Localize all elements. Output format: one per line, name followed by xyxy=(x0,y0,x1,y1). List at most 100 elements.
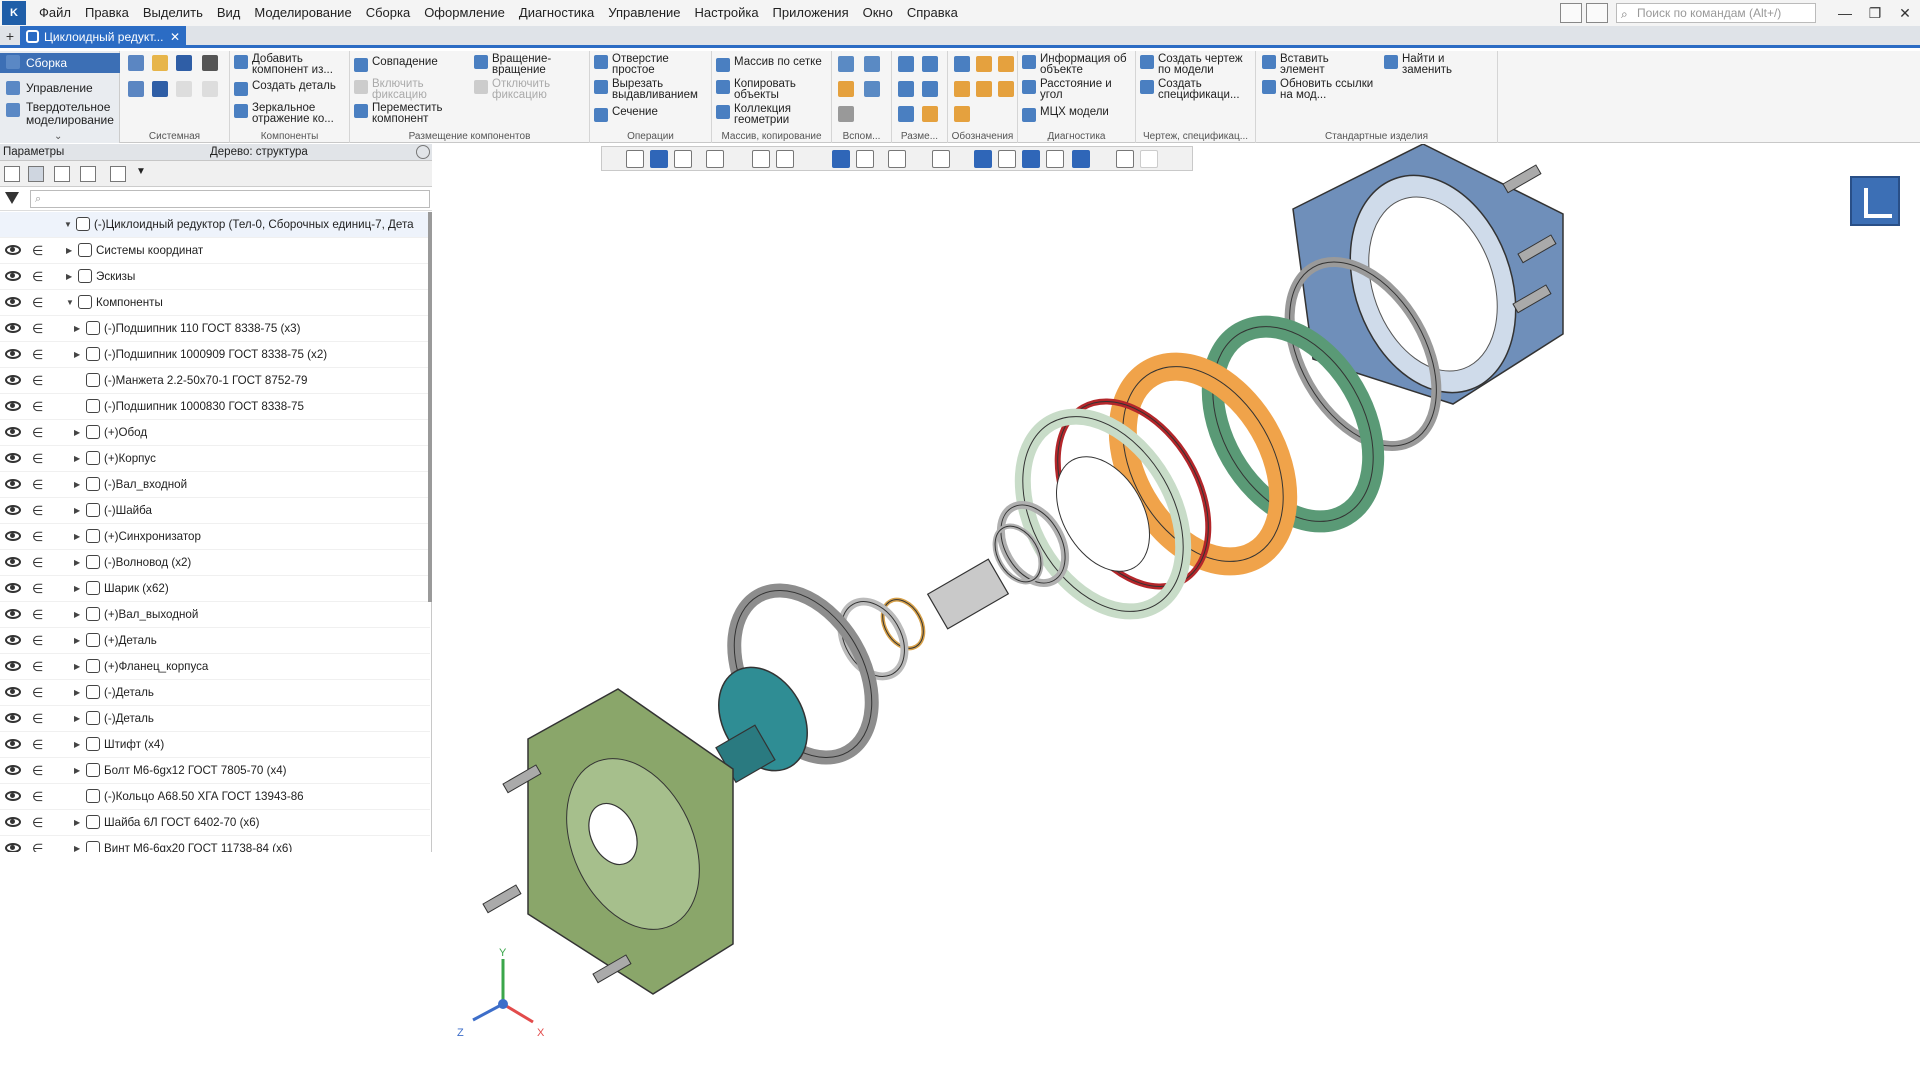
tree-structure-icon[interactable] xyxy=(4,166,20,182)
visibility-eye-icon[interactable] xyxy=(5,479,21,489)
tree-row[interactable]: ∈ ▶ Системы координат xyxy=(0,238,430,264)
filter-icon[interactable] xyxy=(5,192,19,204)
visibility-eye-icon[interactable] xyxy=(5,427,21,437)
include-icon[interactable]: ∈ xyxy=(32,446,43,472)
tree-view-icon[interactable] xyxy=(28,166,44,182)
include-icon[interactable]: ∈ xyxy=(32,706,43,732)
tree-row[interactable]: ∈ ▶ (+)Синхронизатор xyxy=(0,524,430,550)
include-icon[interactable]: ∈ xyxy=(32,316,43,342)
include-icon[interactable]: ∈ xyxy=(32,654,43,680)
menu-design[interactable]: Оформление xyxy=(417,0,512,26)
chevron-down-icon[interactable]: ▼ xyxy=(136,166,152,182)
minimize-button[interactable]: — xyxy=(1830,5,1860,21)
expand-toggle-icon[interactable]: ▶ xyxy=(74,498,80,524)
properties-icon[interactable] xyxy=(128,81,144,97)
coincidence-button[interactable]: Совпадение xyxy=(354,56,438,72)
grid-array-button[interactable]: Массив по сетке xyxy=(716,56,822,72)
visibility-eye-icon[interactable] xyxy=(5,401,21,411)
tree-row[interactable]: ∈ (-)Манжета 2.2-50х70-1 ГОСТ 8752-79 xyxy=(0,368,430,394)
tree-row[interactable]: ∈ ▶ (-)Подшипник 110 ГОСТ 8338-75 (x3) xyxy=(0,316,430,342)
dim-diameter-icon[interactable] xyxy=(922,81,938,97)
print-icon[interactable] xyxy=(202,55,218,71)
menu-assembly[interactable]: Сборка xyxy=(359,0,418,26)
gear-icon[interactable] xyxy=(416,145,430,159)
tree-row[interactable]: ∈ ▶ (+)Деталь xyxy=(0,628,430,654)
tree-row[interactable]: ∈ ▶ (-)Волновод (x2) xyxy=(0,550,430,576)
mode-solid-modeling[interactable]: Твердотельное моделирование xyxy=(0,101,120,131)
tree-row[interactable]: ∈ ▼ Компоненты xyxy=(0,290,430,316)
tree-row[interactable]: ∈ ▶ Винт М6-6gx20 ГОСТ 11738-84 (x6) xyxy=(0,836,430,852)
include-icon[interactable]: ∈ xyxy=(32,576,43,602)
restore-button[interactable]: ❐ xyxy=(1860,5,1890,22)
copy-objects-button[interactable]: Копировать объекты xyxy=(716,78,814,101)
point-icon[interactable] xyxy=(838,81,854,97)
save-icon[interactable] xyxy=(176,55,192,71)
include-icon[interactable]: ∈ xyxy=(32,264,43,290)
tree-row[interactable]: ∈ (-)Кольцо А68.50 ХГА ГОСТ 13943-86 xyxy=(0,784,430,810)
visibility-eye-icon[interactable] xyxy=(5,765,21,775)
visibility-eye-icon[interactable] xyxy=(5,791,21,801)
visibility-eye-icon[interactable] xyxy=(5,505,21,515)
include-icon[interactable]: ∈ xyxy=(32,394,43,420)
simple-hole-button[interactable]: Отверстие простое xyxy=(594,53,702,76)
model-viewport[interactable]: Y X Z xyxy=(433,144,1920,1080)
expand-toggle-icon[interactable]: ▶ xyxy=(74,524,80,550)
tree-row[interactable]: ∈ ▶ (-)Шайба xyxy=(0,498,430,524)
section-button[interactable]: Сечение xyxy=(594,106,658,122)
tree-row[interactable]: ∈ ▶ Штифт (x4) xyxy=(0,732,430,758)
disable-fixation-button[interactable]: Отключить фиксацию xyxy=(474,78,572,101)
redo-icon[interactable] xyxy=(202,81,218,97)
visibility-eye-icon[interactable] xyxy=(5,713,21,723)
tree-row[interactable]: ∈ ▶ (+)Обод xyxy=(0,420,430,446)
insert-element-button[interactable]: Вставить элемент xyxy=(1262,53,1360,76)
include-icon[interactable]: ∈ xyxy=(32,238,43,264)
base-icon[interactable] xyxy=(998,56,1014,72)
command-search-input[interactable]: ⌕ Поиск по командам (Alt+/) xyxy=(1616,3,1816,23)
tree-row[interactable]: ∈ ▶ (-)Вал_входной xyxy=(0,472,430,498)
line-icon[interactable] xyxy=(838,106,854,122)
create-part-button[interactable]: Создать деталь xyxy=(234,80,336,96)
visibility-eye-icon[interactable] xyxy=(5,661,21,671)
expand-toggle-icon[interactable]: ▶ xyxy=(74,342,80,368)
include-icon[interactable]: ∈ xyxy=(32,290,43,316)
menu-file[interactable]: Файл xyxy=(32,0,78,26)
parameters-tab[interactable]: Параметры xyxy=(3,144,64,161)
menu-edit[interactable]: Правка xyxy=(78,0,136,26)
menu-help[interactable]: Справка xyxy=(900,0,965,26)
visibility-eye-icon[interactable] xyxy=(5,843,21,852)
visibility-eye-icon[interactable] xyxy=(5,245,21,255)
tree-row-root[interactable]: ▼ (-)Циклоидный редуктор (Тел-0, Сборочн… xyxy=(0,212,430,238)
add-tab-button[interactable]: + xyxy=(2,28,18,44)
menu-management[interactable]: Управление xyxy=(601,0,687,26)
include-icon[interactable]: ∈ xyxy=(32,498,43,524)
tree-row[interactable]: ∈ ▶ Шарик (x62) xyxy=(0,576,430,602)
visibility-eye-icon[interactable] xyxy=(5,635,21,645)
include-icon[interactable]: ∈ xyxy=(32,524,43,550)
mirror-component-button[interactable]: Зеркальное отражение ко... xyxy=(234,102,348,125)
create-spec-button[interactable]: Создать спецификаци... xyxy=(1140,78,1254,101)
tree-row[interactable]: ∈ ▶ (+)Вал_выходной xyxy=(0,602,430,628)
find-replace-button[interactable]: Найти и заменить xyxy=(1384,53,1482,76)
tolerance-icon[interactable] xyxy=(954,81,970,97)
mark-icon[interactable] xyxy=(976,81,992,97)
menu-diagnostics[interactable]: Диагностика xyxy=(512,0,601,26)
tree-row[interactable]: ∈ ▶ (+)Корпус xyxy=(0,446,430,472)
menu-applications[interactable]: Приложения xyxy=(766,0,856,26)
extrude-cut-button[interactable]: Вырезать выдавливанием xyxy=(594,78,708,101)
tree-sort-icon[interactable] xyxy=(110,166,126,182)
include-icon[interactable]: ∈ xyxy=(32,472,43,498)
include-icon[interactable]: ∈ xyxy=(32,420,43,446)
tree-bodies-icon[interactable] xyxy=(80,166,96,182)
menu-window[interactable]: Окно xyxy=(856,0,900,26)
tree-row[interactable]: ∈ ▶ Шайба 6Л ГОСТ 6402-70 (x6) xyxy=(0,810,430,836)
rotation-button[interactable]: Вращение-вращение xyxy=(474,53,572,76)
update-links-button[interactable]: Обновить ссылки на мод... xyxy=(1262,78,1380,101)
mode-assembly[interactable]: Сборка xyxy=(0,53,120,73)
expand-toggle-icon[interactable]: ▶ xyxy=(74,316,80,342)
geometry-collection-button[interactable]: Коллекция геометрии xyxy=(716,103,814,126)
expand-toggle-icon[interactable]: ▶ xyxy=(74,836,80,852)
mode-management[interactable]: Управление xyxy=(0,79,120,97)
create-drawing-button[interactable]: Создать чертеж по модели xyxy=(1140,53,1254,76)
expand-toggle-icon[interactable]: ▶ xyxy=(74,550,80,576)
expand-toggle-icon[interactable]: ▶ xyxy=(74,628,80,654)
